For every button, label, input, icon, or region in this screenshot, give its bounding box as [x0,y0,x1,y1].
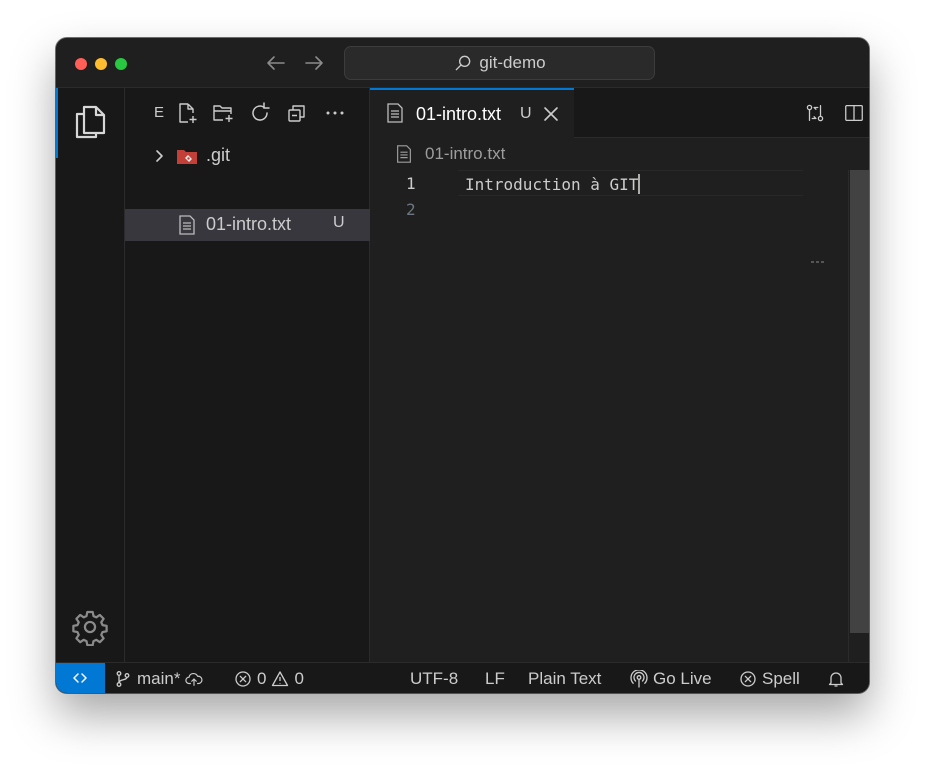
error-count: 0 [257,669,267,688]
text-file-icon [179,215,195,235]
open-changes-icon[interactable] [804,102,826,124]
close-icon[interactable] [542,105,560,123]
search-icon [456,55,471,71]
title-bar: git-demo [56,38,869,88]
explorer-title: E [154,104,165,121]
status-bar: main* 0 0 UTF-8 LF Plain Text Go Live Sp… [56,662,869,693]
notifications-button[interactable] [827,668,845,690]
active-indicator [56,88,58,158]
language-mode-status[interactable]: Plain Text [528,668,601,690]
code-line[interactable]: 2 [370,196,848,222]
scrollbar-thumb[interactable] [850,170,869,633]
branch-status[interactable]: main* [114,668,203,690]
remote-icon [73,673,87,683]
remote-indicator[interactable] [56,663,105,693]
untracked-badge: U [333,214,345,231]
vertical-scrollbar[interactable] [848,170,869,662]
warning-icon [272,671,289,687]
tab-bar: 01-intro.txt U [370,88,869,138]
tree-item-intro-file[interactable]: 01-intro.txt U [125,209,370,241]
back-arrow-icon[interactable] [264,51,288,75]
minimap[interactable] [811,250,831,263]
go-live-label: Go Live [653,669,712,688]
explorer-icon[interactable] [70,102,110,142]
spell-label: Spell [762,669,800,688]
tab-untracked-badge: U [520,105,532,122]
language-label: Plain Text [528,669,602,688]
close-window-button[interactable] [75,58,87,70]
line-number: 2 [406,200,416,219]
explorer-header: E [125,88,370,140]
warning-count: 0 [294,669,304,688]
explorer-sidebar: E .git 01-intro.txt U [125,88,370,662]
chevron-right-icon[interactable] [149,146,169,166]
problems-status[interactable]: 0 0 [234,668,304,690]
collapse-all-icon[interactable] [285,101,309,125]
new-folder-icon[interactable] [211,101,235,125]
branch-name: main* [137,669,181,688]
eol-status[interactable]: LF [485,668,505,690]
code-editor[interactable]: 1 Introduction à GIT 2 [370,170,848,662]
bell-icon [828,672,844,687]
broadcast-icon [630,670,648,688]
text-file-icon [387,103,403,123]
encoding-status[interactable]: UTF-8 [410,668,458,690]
tree-item-label: .git [206,145,231,165]
settings-gear-icon[interactable] [71,608,109,646]
minimize-window-button[interactable] [95,58,107,70]
breadcrumb[interactable]: 01-intro.txt [370,138,869,170]
more-actions-icon[interactable] [323,101,347,125]
forward-arrow-icon[interactable] [302,51,326,75]
text-cursor [638,174,641,194]
line-text: Introduction à GIT [465,174,641,194]
tree-item-label: 01-intro.txt [206,214,292,234]
tab-label: 01-intro.txt [416,104,502,124]
editor-group: 01-intro.txt U 01-intro.txt 1 Introducti… [370,88,869,662]
vscode-window: git-demo E .git 01-intro.txt U 01-intro.… [56,38,869,693]
spell-check-button[interactable]: Spell [739,668,800,690]
refresh-icon[interactable] [248,101,272,125]
code-line[interactable]: 1 Introduction à GIT [370,170,848,196]
eol-label: LF [485,669,505,688]
breadcrumb-file[interactable]: 01-intro.txt [425,144,505,164]
git-folder-icon [177,150,197,164]
tab-intro-file[interactable]: 01-intro.txt U [370,88,574,138]
new-file-icon[interactable] [175,101,199,125]
go-live-button[interactable]: Go Live [630,668,712,690]
circle-x-icon [740,671,756,687]
text-file-icon [397,145,411,163]
activity-bar [56,88,125,662]
error-icon [235,671,251,687]
line-number: 1 [406,174,416,193]
command-center-search[interactable]: git-demo [344,46,655,80]
zoom-window-button[interactable] [115,58,127,70]
tree-item-git-folder[interactable]: .git [125,140,370,172]
cloud-sync-icon[interactable] [185,670,203,688]
command-center-label: git-demo [479,53,546,72]
git-branch-icon [116,671,130,687]
encoding-label: UTF-8 [410,669,459,688]
split-editor-icon[interactable] [843,102,865,124]
